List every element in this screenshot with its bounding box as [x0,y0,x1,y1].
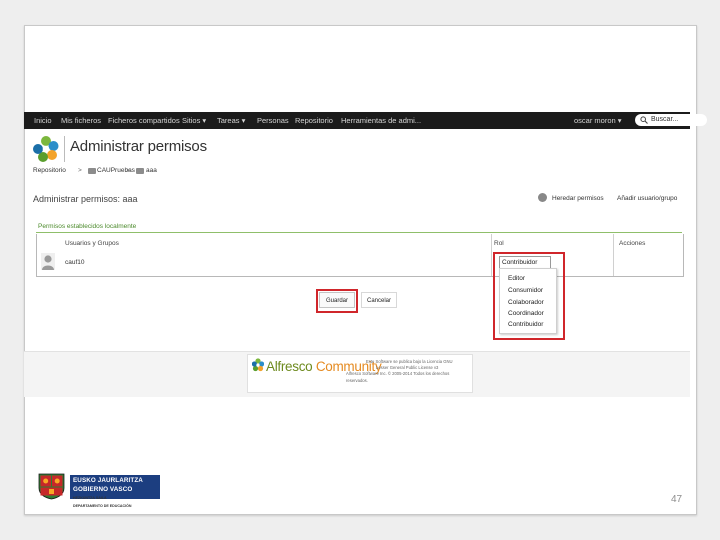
cancel-button[interactable]: Cancelar [361,292,397,308]
top-nav-bar: Inicio Mis ficheros Ficheros compartidos… [24,112,707,129]
basque-government-crest-icon [36,472,67,500]
breadcrumb-repository[interactable]: Repositorio [33,167,66,174]
column-divider [491,234,492,276]
nav-item-shared-files[interactable]: Ficheros compartidos [108,116,180,125]
breadcrumb-aaa: aaa [146,167,157,174]
user-avatar-icon [41,253,55,270]
role-highlight-box [493,252,565,340]
license-text: Este Software se publica bajo la Licenci… [366,359,453,364]
breadcrumb-separator: > [78,167,82,174]
nav-item-my-files[interactable]: Mis ficheros [61,116,101,125]
column-header-users: Usuarios y Grupos [65,240,119,247]
institution-name-basque: EUSKO JAURLARITZA [73,477,143,484]
column-header-actions: Acciones [619,240,646,247]
locally-set-permissions-label: Permisos establecidos localmente [38,223,137,230]
nav-item-repository[interactable]: Repositorio [295,116,333,125]
column-divider [613,234,614,276]
table-row-user: cauf10 [65,259,85,266]
license-text: reservados. [346,378,368,383]
header-divider [64,136,65,162]
search-box[interactable]: Buscar... [635,114,707,126]
nav-item-tasks[interactable]: Tareas ▾ [217,116,245,125]
inherit-permissions-icon[interactable] [538,193,547,202]
nav-item-people[interactable]: Personas [257,116,289,125]
license-text: Lesser General Public License v3 [376,365,439,370]
folder-icon [136,168,144,174]
nav-item-admin-tools[interactable]: Herramientas de admi... [341,116,421,125]
slide-page-number: 47 [671,494,683,505]
add-user-group-button[interactable]: Añadir usuario/grupo [617,195,677,202]
department-name-basque: HEZKUNTZA SAILA [73,496,107,500]
user-menu[interactable]: oscar moron ▾ [574,116,622,125]
nav-item-sites[interactable]: Sitios ▾ [182,116,206,125]
nav-item-inicio[interactable]: Inicio [34,116,52,125]
folder-icon [88,168,96,174]
inherit-permissions-button[interactable]: Heredar permisos [552,195,604,202]
institution-name-spanish: GOBIERNO VASCO [73,486,133,493]
department-name-spanish: DEPARTAMENTO DE EDUCACIÓN [73,504,132,508]
permissions-subtitle: Administrar permisos: aaa [33,194,138,204]
column-header-role: Rol [494,240,504,247]
save-highlight-box [316,289,358,313]
alfresco-logo-icon [33,136,59,162]
license-text: Alfresco Software Inc. © 2005-2014 Todos… [346,371,450,376]
search-placeholder: Buscar... [651,116,679,123]
section-divider [36,232,682,233]
permissions-table [36,234,684,277]
breadcrumb-separator: > [126,167,130,174]
alfresco-flower-icon [252,358,264,372]
search-icon [640,116,648,124]
page-title: Administrar permisos [70,138,207,155]
